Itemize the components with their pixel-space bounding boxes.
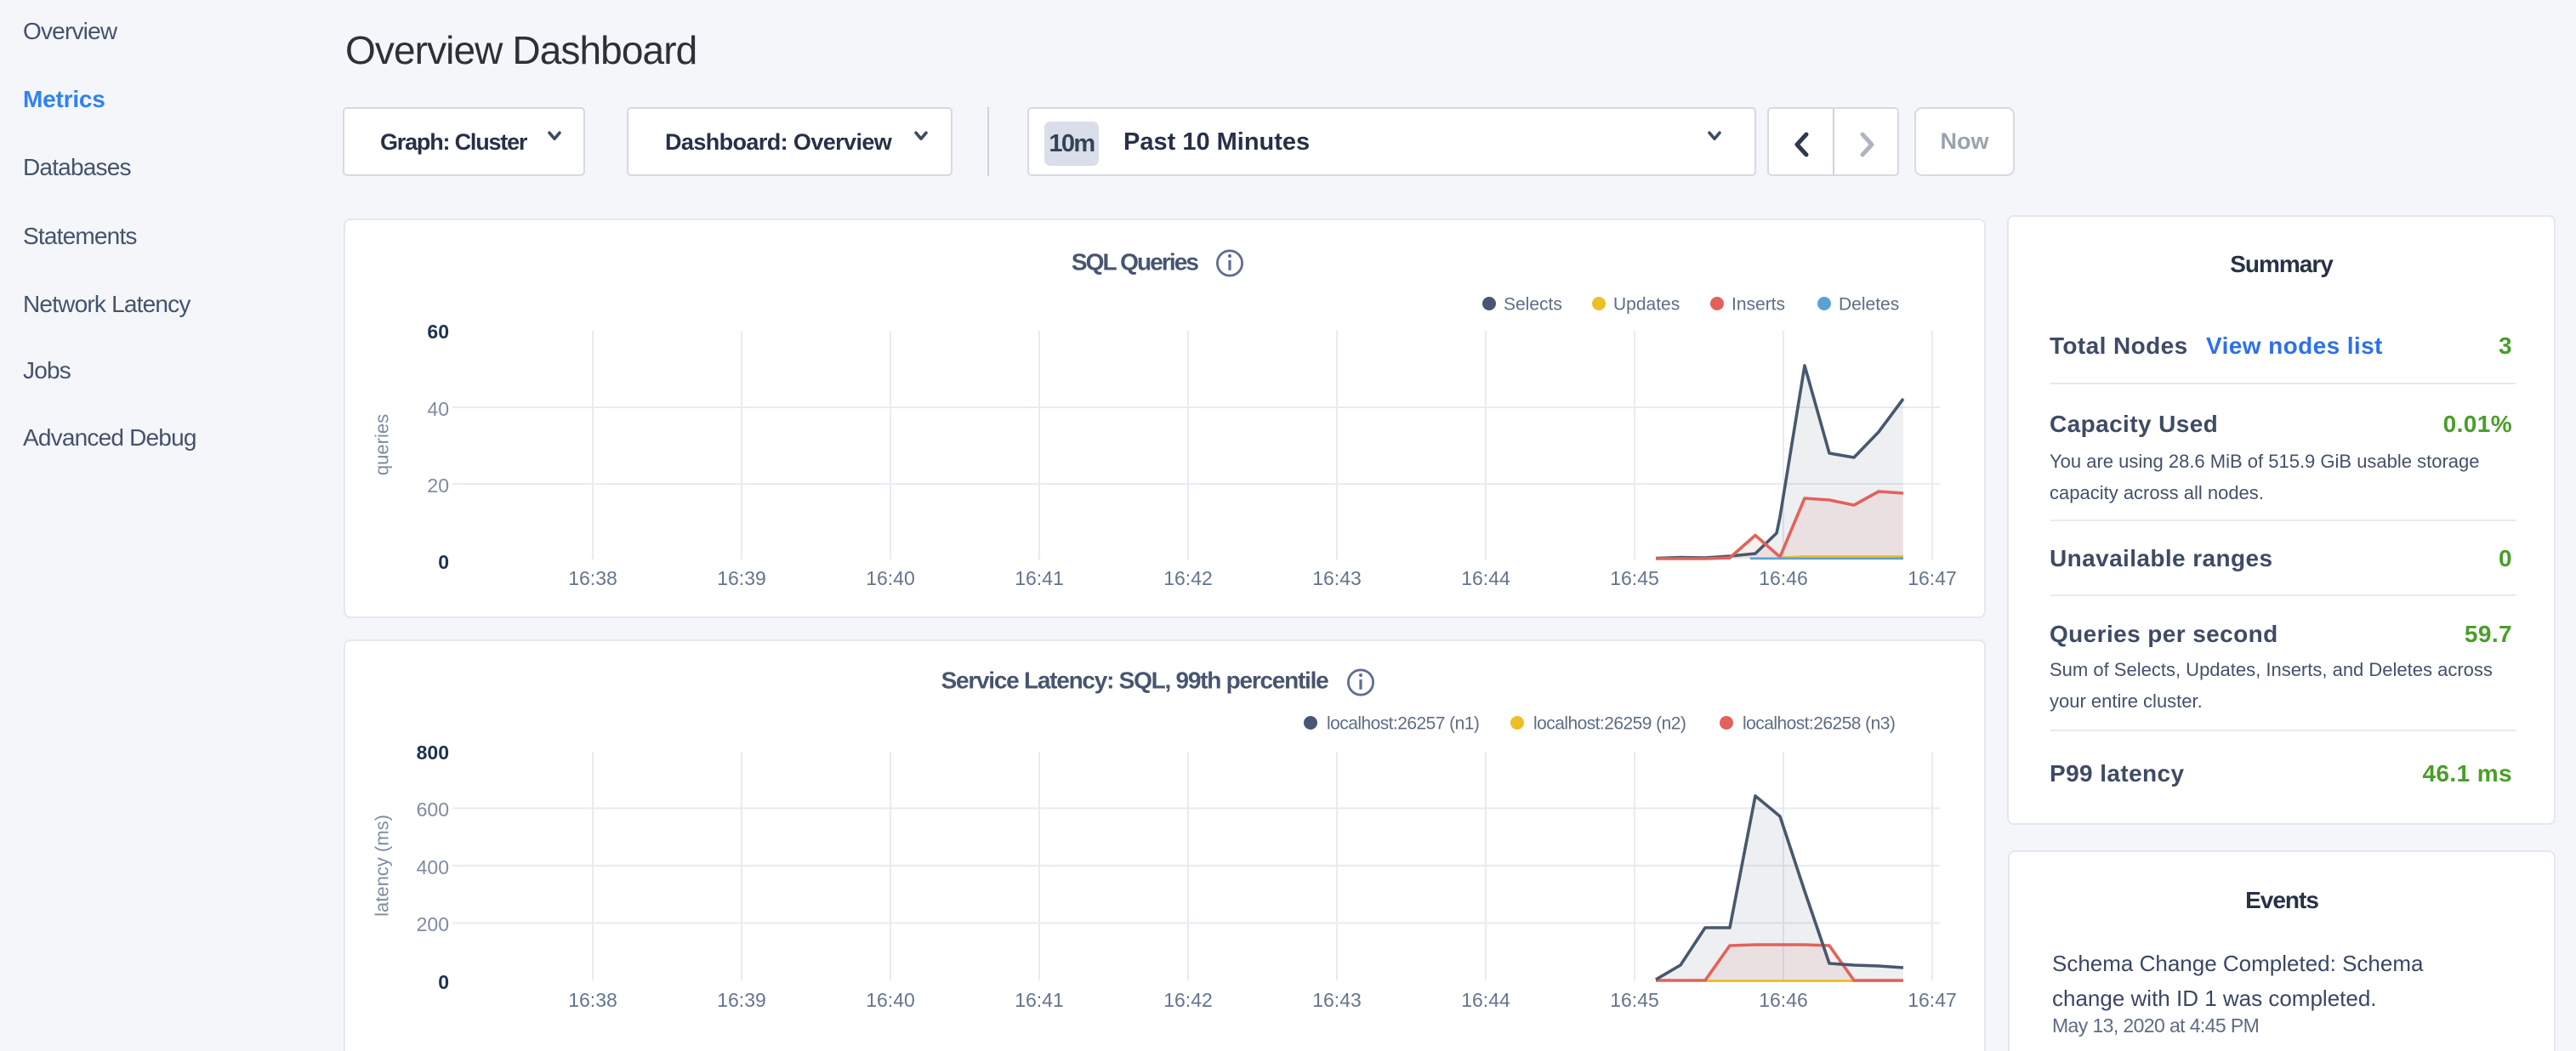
svg-text:200: 200 bbox=[417, 913, 449, 935]
svg-text:Updates: Updates bbox=[1613, 295, 1680, 315]
svg-text:localhost:26257 (n1): localhost:26257 (n1) bbox=[1327, 714, 1479, 734]
svg-text:Inserts: Inserts bbox=[1732, 295, 1785, 315]
svg-text:16:45: 16:45 bbox=[1610, 567, 1659, 589]
svg-text:0: 0 bbox=[438, 971, 449, 993]
svg-text:16:39: 16:39 bbox=[717, 989, 766, 1011]
svg-text:16:42: 16:42 bbox=[1163, 989, 1213, 1011]
svg-text:800: 800 bbox=[417, 741, 449, 764]
svg-text:16:41: 16:41 bbox=[1015, 989, 1064, 1011]
svg-text:16:45: 16:45 bbox=[1610, 989, 1659, 1011]
svg-text:latency (ms): latency (ms) bbox=[372, 815, 393, 917]
svg-text:Selects: Selects bbox=[1504, 295, 1562, 315]
svg-text:16:46: 16:46 bbox=[1759, 989, 1808, 1011]
svg-text:localhost:26258 (n3): localhost:26258 (n3) bbox=[1743, 714, 1895, 734]
svg-text:queries: queries bbox=[372, 414, 393, 475]
svg-text:400: 400 bbox=[417, 856, 449, 878]
svg-text:16:44: 16:44 bbox=[1461, 989, 1510, 1011]
svg-text:40: 40 bbox=[427, 398, 449, 420]
svg-text:600: 600 bbox=[417, 798, 449, 821]
svg-text:16:38: 16:38 bbox=[568, 989, 617, 1011]
svg-text:16:43: 16:43 bbox=[1312, 567, 1362, 589]
svg-text:SQL Queries: SQL Queries bbox=[1072, 249, 1199, 276]
svg-text:16:42: 16:42 bbox=[1163, 567, 1213, 589]
svg-text:16:47: 16:47 bbox=[1908, 567, 1957, 589]
svg-text:16:41: 16:41 bbox=[1015, 567, 1064, 589]
svg-text:16:43: 16:43 bbox=[1312, 989, 1362, 1011]
svg-text:Service Latency: SQL, 99th per: Service Latency: SQL, 99th percentile bbox=[941, 668, 1329, 694]
svg-text:0: 0 bbox=[438, 551, 449, 573]
svg-text:16:44: 16:44 bbox=[1461, 567, 1510, 589]
svg-text:16:46: 16:46 bbox=[1759, 567, 1808, 589]
svg-text:16:38: 16:38 bbox=[568, 567, 617, 589]
svg-text:16:47: 16:47 bbox=[1908, 989, 1957, 1011]
svg-text:20: 20 bbox=[427, 474, 449, 497]
svg-text:localhost:26259 (n2): localhost:26259 (n2) bbox=[1533, 714, 1686, 734]
svg-text:16:39: 16:39 bbox=[717, 567, 766, 589]
svg-text:Deletes: Deletes bbox=[1839, 295, 1899, 315]
svg-text:16:40: 16:40 bbox=[866, 567, 915, 589]
svg-text:16:40: 16:40 bbox=[866, 989, 915, 1011]
svg-text:60: 60 bbox=[427, 321, 449, 343]
